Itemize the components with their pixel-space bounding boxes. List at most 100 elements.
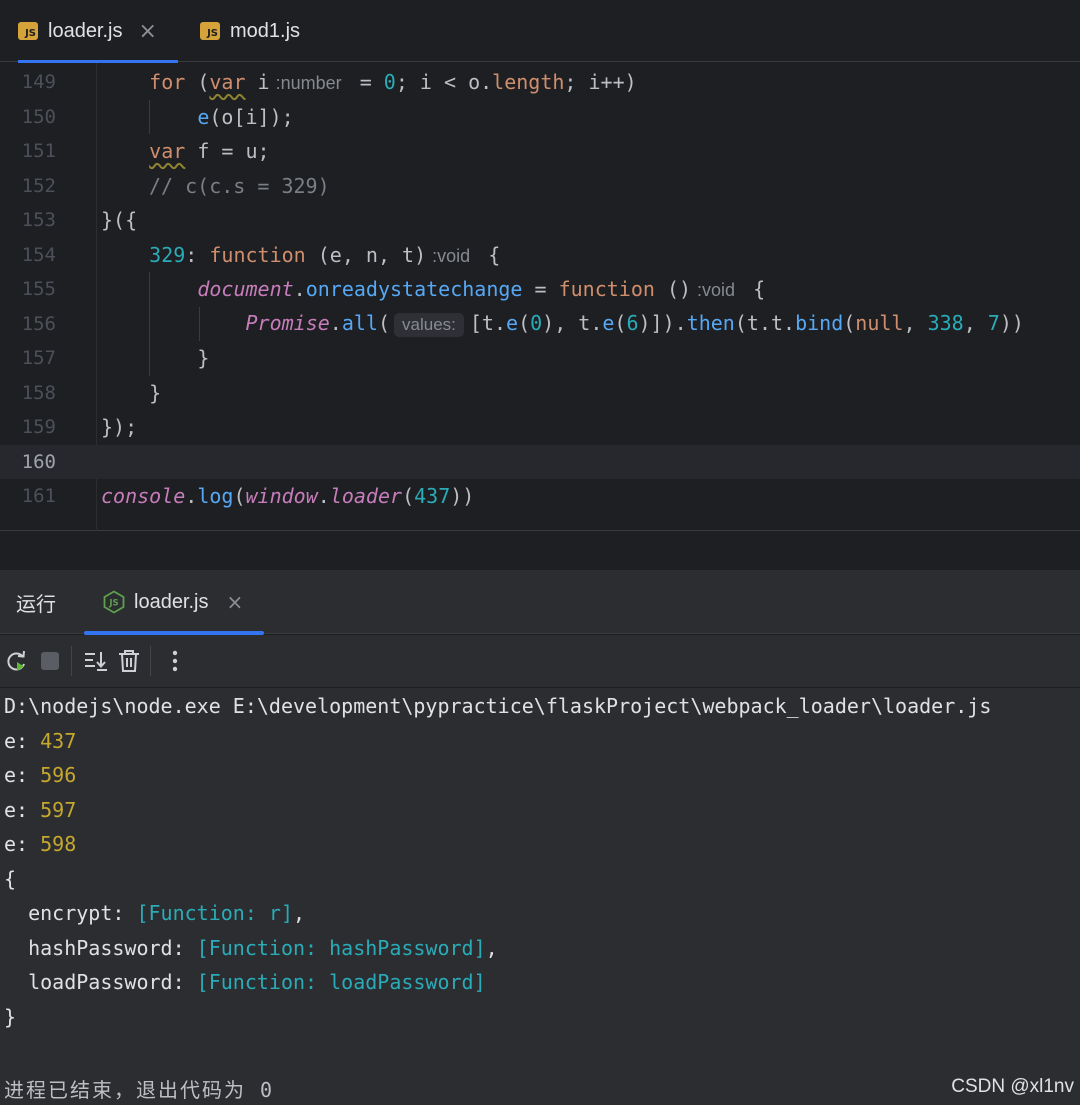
- more-icon: [172, 650, 178, 672]
- console-command: D:\nodejs\node.exe E:\development\pyprac…: [4, 694, 992, 718]
- code-line[interactable]: 150 e(o[i]);: [0, 99, 1080, 134]
- watermark: CSDN @xl1nv: [951, 1076, 1074, 1097]
- console-close-brace: }: [4, 1004, 17, 1029]
- line-number: 152: [21, 174, 56, 197]
- prop-value: [Function: hashPassword]: [196, 935, 486, 960]
- js-file-icon: JS: [18, 22, 38, 40]
- code-line[interactable]: 153 }({: [0, 203, 1080, 238]
- line-number: 151: [21, 140, 56, 163]
- return-type-hint: :void: [432, 245, 471, 266]
- code-editor[interactable]: 149 for (var i:number = 0; i < o.length;…: [0, 63, 1080, 531]
- console-number: 597: [40, 797, 77, 822]
- console-line: e: 596: [4, 763, 76, 787]
- console-number: 596: [40, 763, 77, 787]
- code-text: });: [101, 415, 138, 440]
- prop-value: [Function: r]: [136, 901, 293, 925]
- console-prefix: e:: [4, 728, 41, 753]
- prop-value: [Function: loadPassword]: [196, 970, 486, 994]
- code-text: }: [101, 380, 162, 405]
- tab-label: mod1.js: [230, 19, 301, 42]
- console-line: e: 597: [4, 798, 76, 822]
- console-prop-line: loadPassword: [Function: loadPassword]: [4, 970, 486, 994]
- prop-key: encrypt:: [4, 901, 137, 925]
- close-icon[interactable]: ×: [139, 19, 157, 44]
- line-number: 161: [21, 485, 56, 508]
- code-line[interactable]: 152 // c(c.s = 329): [0, 169, 1080, 204]
- scroll-to-end-button[interactable]: [81, 646, 111, 676]
- js-file-icon: JS: [200, 22, 220, 40]
- process-exit-message: 进程已结束，退出代码为 0: [4, 1078, 275, 1102]
- run-tool-window-header: 运行 JS loader.js ×: [0, 570, 1080, 635]
- code-line[interactable]: 151 var f = u;: [0, 134, 1080, 169]
- code-line[interactable]: 156 Promise.all(values: [t.e(0), t.e(6)])…: [0, 306, 1080, 341]
- code-text: document.onreadystatechange = function (…: [197, 277, 766, 302]
- console-line: e: 437: [4, 729, 76, 753]
- prop-suffix: ,: [485, 935, 498, 960]
- code-text: 329: function (e, n, t):void {: [149, 242, 501, 267]
- line-number: 156: [21, 312, 56, 335]
- scroll-to-end-icon: [85, 652, 107, 671]
- rerun-button[interactable]: [2, 646, 32, 676]
- line-number: 154: [21, 243, 56, 266]
- panel-gap: [0, 532, 1080, 570]
- run-toolbar: [0, 635, 1080, 687]
- code-line[interactable]: 154 329: function (e, n, t):void {: [0, 238, 1080, 273]
- console-prop-line: encrypt: [Function: r],: [4, 901, 305, 925]
- tab-label: loader.js: [48, 19, 123, 42]
- trash-icon: [119, 650, 139, 672]
- code-text: console.log(window.loader(437)): [101, 484, 475, 509]
- code-line[interactable]: 158 }: [0, 376, 1080, 411]
- close-icon[interactable]: ×: [227, 590, 244, 614]
- run-panel-title: 运行: [16, 593, 56, 616]
- code-line[interactable]: 149 for (var i:number = 0; i < o.length;…: [0, 65, 1080, 100]
- console-prefix: e:: [4, 797, 41, 822]
- line-number: 150: [21, 105, 56, 128]
- code-comment: // c(c.s = 329): [149, 173, 330, 198]
- console-number: 598: [40, 832, 77, 856]
- console-prefix: e:: [4, 763, 41, 787]
- nodejs-icon: JS: [103, 590, 125, 614]
- code-text: for (var i:number = 0; i < o.length; i++…: [149, 70, 637, 95]
- toolbar-separator: [71, 646, 72, 676]
- code-line[interactable]: 159 });: [0, 410, 1080, 445]
- param-hint: values:: [394, 312, 464, 337]
- tab-loader-js[interactable]: JS loader.js ×: [18, 0, 178, 63]
- editor-tab-bar: JS loader.js × JS mod1.js: [0, 0, 1080, 63]
- prop-key: hashPassword:: [4, 935, 197, 960]
- line-number: 153: [21, 209, 56, 232]
- prop-key: loadPassword:: [4, 970, 197, 994]
- line-number: 160: [21, 450, 56, 473]
- tab-mod1-js[interactable]: JS mod1.js: [200, 0, 300, 62]
- code-text: }: [101, 346, 210, 371]
- code-text: var f = u;: [149, 139, 270, 164]
- code-text: e(o[i]);: [197, 104, 294, 129]
- line-number: 149: [21, 71, 56, 94]
- code-line[interactable]: 161 console.log(window.loader(437)): [0, 479, 1080, 514]
- type-hint: :number: [275, 73, 342, 94]
- console-number: 437: [40, 728, 77, 753]
- line-number: 157: [21, 347, 56, 370]
- console-output[interactable]: D:\nodejs\node.exe E:\development\pyprac…: [0, 688, 1080, 1105]
- line-number: 158: [21, 381, 56, 404]
- rerun-icon: [7, 650, 25, 671]
- console-prop-line: hashPassword: [Function: hashPassword],: [4, 936, 498, 960]
- stop-icon: [41, 652, 59, 670]
- stop-button[interactable]: [35, 646, 65, 676]
- console-line: e: 598: [4, 832, 76, 856]
- svg-text:JS: JS: [108, 599, 118, 609]
- console-open-brace: {: [4, 866, 17, 891]
- prop-suffix: ,: [293, 901, 306, 925]
- code-text: }({: [101, 208, 138, 233]
- run-tab-loader-js[interactable]: JS loader.js ×: [84, 570, 264, 635]
- code-text: Promise.all(values: [t.e(0), t.e(6)]).the…: [245, 310, 1024, 337]
- clear-all-button[interactable]: [114, 646, 144, 676]
- line-number: 159: [21, 416, 56, 439]
- code-line[interactable]: 157 }: [0, 341, 1080, 376]
- code-line[interactable]: 155 document.onreadystatechange = functi…: [0, 272, 1080, 307]
- more-options-button[interactable]: [160, 646, 190, 676]
- code-line-current[interactable]: 160: [0, 444, 1080, 479]
- console-prefix: e:: [4, 832, 41, 856]
- run-tab-label: loader.js: [134, 590, 209, 613]
- return-type-hint: :void: [697, 280, 736, 301]
- toolbar-separator: [150, 646, 151, 676]
